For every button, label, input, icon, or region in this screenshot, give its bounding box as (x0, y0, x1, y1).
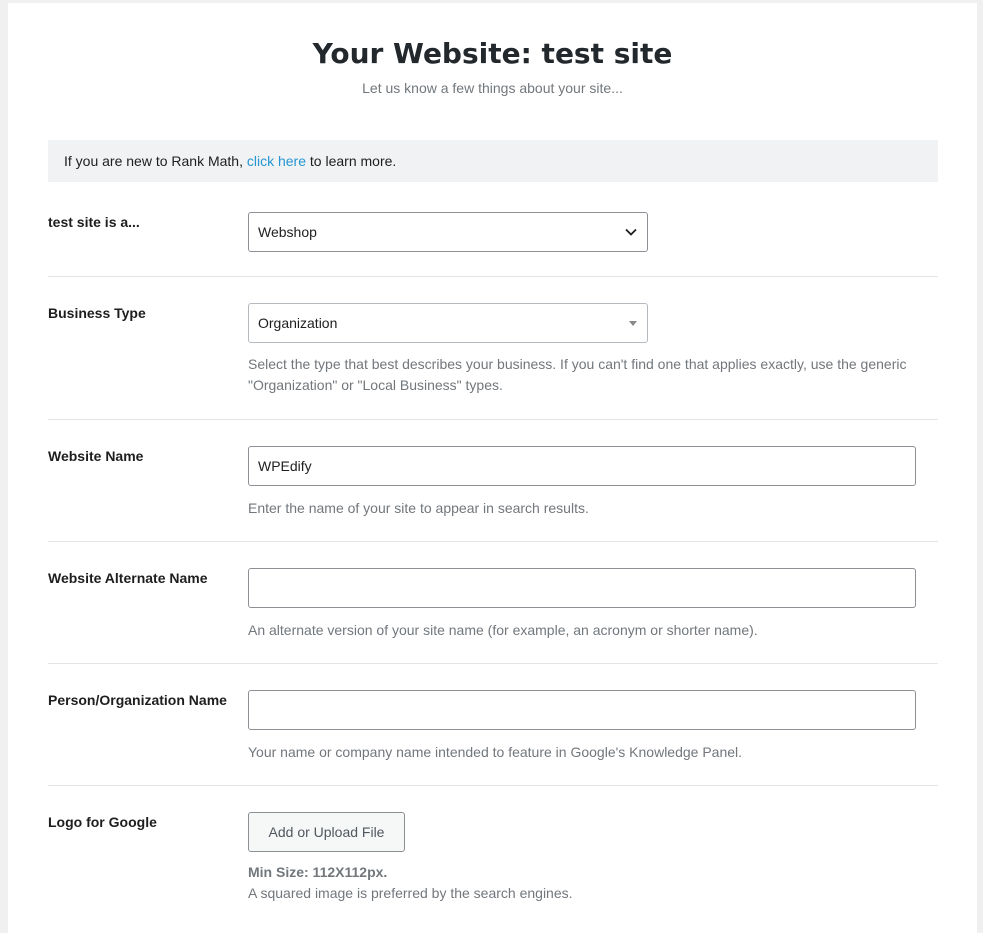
website-name-description: Enter the name of your site to appear in… (248, 500, 589, 516)
page-title: Your Website: test site (312, 37, 673, 70)
business-type-label: Business Type (48, 305, 146, 321)
learn-more-link[interactable]: click here (247, 153, 306, 169)
business-type-control: Organization (248, 303, 648, 343)
logo-min-size: Min Size: 112X112px. (248, 864, 388, 880)
person-org-name-label: Person/Organization Name (48, 692, 227, 708)
website-alternate-name-label: Website Alternate Name (48, 570, 208, 586)
website-name-label: Website Name (48, 448, 144, 464)
business-type-description: Select the type that best describes your… (248, 356, 907, 393)
notice-text-before: If you are new to Rank Math, (64, 153, 247, 169)
setup-card: Your Website: test site Let us know a fe… (8, 3, 977, 933)
person-org-name-control (248, 690, 916, 730)
site-type-value: Webshop (258, 224, 317, 240)
info-notice: If you are new to Rank Math, click here … (48, 140, 938, 182)
business-type-value: Organization (258, 315, 338, 331)
person-org-name-row: Person/Organization Name Your name or co… (48, 664, 938, 786)
page-subtitle: Let us know a few things about your site… (362, 80, 623, 96)
website-alternate-name-description: An alternate version of your site name (… (248, 622, 758, 638)
person-org-name-input[interactable] (248, 690, 916, 730)
website-alternate-name-control (248, 568, 916, 608)
business-type-row: Business Type Organization Select the ty… (48, 277, 938, 420)
add-upload-file-button[interactable]: Add or Upload File (248, 812, 405, 852)
logo-label: Logo for Google (48, 814, 157, 830)
website-alternate-name-input[interactable] (248, 568, 916, 608)
site-type-control: Webshop (248, 212, 648, 252)
person-org-name-description: Your name or company name intended to fe… (248, 744, 743, 760)
site-type-select[interactable]: Webshop (248, 212, 648, 252)
website-name-row: Website Name Enter the name of your site… (48, 420, 938, 542)
logo-hint: A squared image is preferred by the sear… (248, 885, 573, 901)
website-name-input[interactable] (248, 446, 916, 486)
site-type-label: test site is a... (48, 214, 140, 230)
chevron-down-icon (625, 213, 637, 251)
site-type-row: test site is a... Webshop (48, 196, 938, 277)
business-type-select[interactable]: Organization (248, 303, 648, 343)
website-name-control (248, 446, 916, 486)
website-alternate-name-row: Website Alternate Name An alternate vers… (48, 542, 938, 664)
triangle-down-icon (629, 304, 637, 342)
logo-description: Min Size: 112X112px. A squared image is … (248, 862, 908, 904)
notice-text-after: to learn more. (306, 153, 397, 169)
logo-row: Logo for Google Add or Upload File Min S… (48, 786, 938, 926)
logo-control: Add or Upload File (248, 812, 405, 852)
